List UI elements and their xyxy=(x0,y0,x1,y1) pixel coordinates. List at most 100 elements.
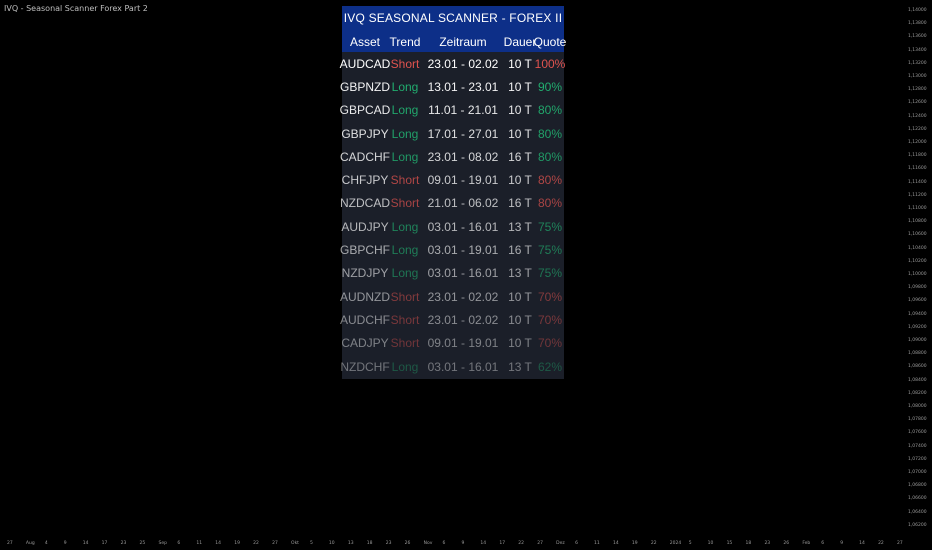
chart-title: IVQ - Seasonal Scanner Forex Part 2 xyxy=(4,4,148,13)
price-axis-label: 1,13200 xyxy=(908,60,927,66)
asset-cell: NZDCAD xyxy=(340,196,390,211)
table-row: GBPCAD Long 11.01 - 21.01 10 T 80% xyxy=(339,99,564,122)
price-axis-label: 1,14000 xyxy=(908,8,927,13)
duration-cell: 10 T xyxy=(508,56,532,71)
time-axis-label: 11 xyxy=(196,541,203,546)
price-axis-label: 1,12600 xyxy=(908,100,927,106)
time-axis-label: 9 xyxy=(63,541,67,546)
time-axis-label: 23 xyxy=(764,541,771,546)
period-cell: 23.01 - 08.02 xyxy=(427,149,499,164)
asset-cell: CADJPY xyxy=(341,336,389,351)
time-axis-label: 18 xyxy=(745,541,752,546)
price-axis-label: 1,11800 xyxy=(908,153,927,159)
price-axis-label: 1,07200 xyxy=(908,456,927,462)
asset-cell: NZDJPY xyxy=(341,266,389,281)
time-axis-label: 19 xyxy=(631,541,638,546)
trend-cell: Short xyxy=(390,196,420,211)
price-axis-label: 1,08000 xyxy=(908,404,927,409)
price-axis-label: 1,12200 xyxy=(908,126,927,132)
time-axis-label: 14 xyxy=(612,541,619,546)
period-cell: 21.01 - 06.02 xyxy=(427,196,499,211)
duration-cell: 13 T xyxy=(508,266,532,281)
trend-cell: Long xyxy=(391,359,419,374)
quote-cell: 62% xyxy=(537,359,563,374)
time-axis-label: 26 xyxy=(404,541,411,546)
price-axis-label: 1,08800 xyxy=(908,351,927,357)
table-row: CHFJPY Short 09.01 - 19.01 10 T 80% xyxy=(342,168,564,191)
time-axis-label: 13 xyxy=(347,541,354,546)
table-row: NZDCAD Short 21.01 - 06.02 16 T 80% xyxy=(340,192,564,215)
duration-cell: 13 T xyxy=(508,219,532,234)
price-axis-label: 1,09600 xyxy=(908,298,927,304)
price-axis-label: 1,13800 xyxy=(908,21,927,27)
time-axis-label: Nov xyxy=(423,541,433,546)
period-cell: 03.01 - 16.01 xyxy=(427,266,499,281)
quote-cell: 70% xyxy=(537,289,563,304)
price-axis[interactable]: 1,14000 1,13800 1,13600 1,13400 1,13200 1,130… xyxy=(898,0,932,550)
price-axis-label: 1,13000 xyxy=(908,74,927,79)
table-row: CADCHF Long 23.01 - 08.02 16 T 80% xyxy=(340,145,564,168)
time-axis[interactable]: 27 Aug 4 9 14 17 23 25 Sep 6 11 14 19 22 27 Okt 5 10 13 18 2… xyxy=(0,538,932,550)
time-axis-label: Aug xyxy=(25,541,35,546)
time-axis-label: 14 xyxy=(480,541,487,546)
price-axis-label: 1,13600 xyxy=(908,34,927,40)
quote-cell: 80% xyxy=(537,173,563,188)
time-axis-label: 6 xyxy=(821,541,825,546)
quote-cell: 70% xyxy=(537,312,563,327)
table-row: CADJPY Short 09.01 - 19.01 10 T 70% xyxy=(341,332,564,355)
time-axis-label: 10 xyxy=(707,541,714,546)
asset-cell: CHFJPY xyxy=(341,173,389,188)
table-row: AUDNZD Short 23.01 - 02.02 10 T 70% xyxy=(340,285,564,308)
asset-cell: NZDCHF xyxy=(340,359,390,374)
table-row: NZDJPY Long 03.01 - 16.01 13 T 75% xyxy=(342,262,564,285)
quote-cell: 75% xyxy=(537,219,563,234)
quote-cell: 80% xyxy=(537,196,563,211)
time-axis-label: Sep xyxy=(158,541,167,546)
time-axis-label: 10 xyxy=(328,541,335,546)
period-cell: 03.01 - 16.01 xyxy=(427,359,499,374)
time-axis-label: 6 xyxy=(575,541,578,546)
time-axis-label: 17 xyxy=(499,541,506,546)
time-axis-label: 22 xyxy=(253,541,259,546)
trend-cell: Short xyxy=(390,289,420,304)
time-axis-label: Dez xyxy=(556,541,565,546)
price-axis-label: 1,07400 xyxy=(908,443,927,449)
time-axis-label: 27 xyxy=(537,541,543,546)
price-axis-label: 1,09000 xyxy=(908,338,927,343)
time-axis-label: 22 xyxy=(650,541,657,546)
time-axis-label: 23 xyxy=(385,541,392,546)
table-row: GBPCHF Long 03.01 - 19.01 16 T 75% xyxy=(340,238,564,261)
price-axis-label: 1,09800 xyxy=(908,285,927,291)
trend-cell: Long xyxy=(391,149,419,164)
duration-cell: 16 T xyxy=(508,149,532,164)
time-axis-label: 6 xyxy=(177,541,181,546)
price-axis-label: 1,08400 xyxy=(908,377,927,383)
price-axis-label: 1,11200 xyxy=(908,192,927,198)
price-axis-label: 1,12400 xyxy=(908,113,927,119)
time-axis-label: 2024 xyxy=(669,541,682,546)
time-axis-label: Feb xyxy=(802,541,811,546)
time-axis-label: 22 xyxy=(518,541,524,546)
quote-cell: 90% xyxy=(537,79,563,94)
asset-cell: CADCHF xyxy=(340,149,390,164)
trend-cell: Short xyxy=(390,173,420,188)
asset-cell: AUDCHF xyxy=(340,312,390,327)
asset-cell: GBPJPY xyxy=(341,126,389,141)
price-axis-label: 1,10400 xyxy=(908,245,927,251)
price-axis-label: 1,06400 xyxy=(908,509,927,515)
header-zeitraum: Zeitraum xyxy=(439,34,487,49)
asset-cell: GBPCAD xyxy=(339,103,391,118)
price-axis-label: 1,07600 xyxy=(908,430,927,436)
quote-cell: 80% xyxy=(537,103,563,118)
time-axis-label: 25 xyxy=(139,541,146,546)
price-axis-label: 1,06200 xyxy=(908,522,927,528)
price-axis-label: 1,08200 xyxy=(908,390,927,396)
scanner-rows: AUDCAD Short 23.01 - 02.02 10 T 100% GBPNZD Lo… xyxy=(339,52,566,378)
period-cell: 23.01 - 02.02 xyxy=(427,56,499,71)
price-axis-label: 1,08600 xyxy=(908,364,927,370)
header-asset: Asset xyxy=(349,34,380,49)
price-axis-label: 1,11600 xyxy=(908,166,927,172)
trend-cell: Long xyxy=(391,79,419,94)
table-row: GBPJPY Long 17.01 - 27.01 10 T 80% xyxy=(341,122,564,145)
header-trend: Trend xyxy=(389,34,421,49)
